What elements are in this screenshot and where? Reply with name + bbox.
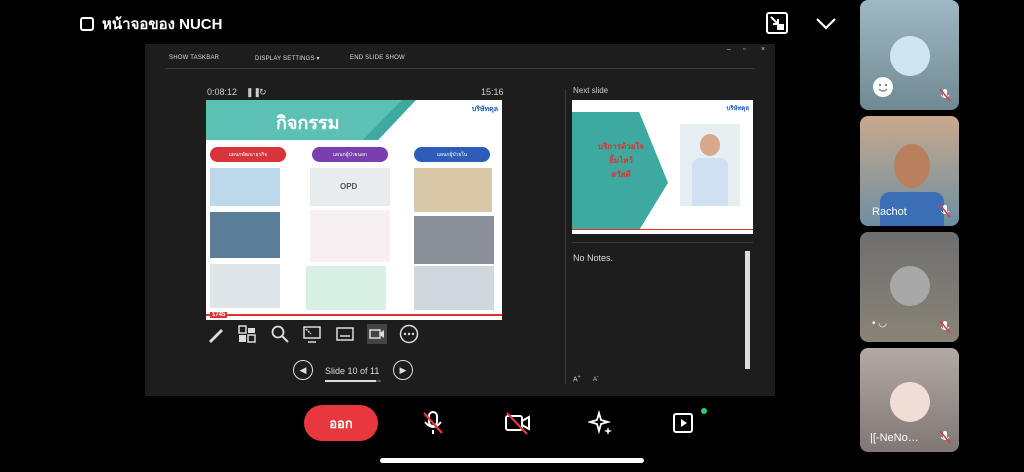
participant-status: • ◡ bbox=[872, 318, 888, 329]
slide-title: กิจกรรม bbox=[276, 113, 340, 134]
mic-muted-icon bbox=[939, 88, 951, 102]
camera-off-icon[interactable] bbox=[504, 410, 532, 436]
previous-slide-button[interactable]: ◀ bbox=[293, 360, 313, 380]
slide-pill-3: แผนกผู้ป่วยใน bbox=[414, 147, 490, 162]
participant-name: |[-NeNo… bbox=[870, 432, 919, 444]
speaker-notes: No Notes. bbox=[573, 253, 614, 263]
next-slide-line-2: ยิ้มไหว้ bbox=[609, 156, 633, 165]
slide-footer-tag: 1745 bbox=[210, 312, 228, 318]
slide-photo bbox=[210, 168, 280, 206]
mic-muted-icon bbox=[939, 320, 951, 334]
clock: 15:16 bbox=[481, 87, 504, 97]
mic-off-icon[interactable] bbox=[421, 410, 445, 436]
active-indicator-dot bbox=[701, 408, 707, 414]
slide-pill-2: แผนกผู้ป่วยนอก bbox=[312, 147, 388, 162]
chevron-down-icon[interactable] bbox=[815, 12, 837, 34]
participant-tile[interactable] bbox=[860, 0, 959, 110]
emoji-reaction-icon[interactable] bbox=[872, 76, 894, 98]
home-indicator[interactable] bbox=[380, 458, 644, 463]
more-options-icon[interactable] bbox=[399, 324, 419, 344]
next-slide-label: Next slide bbox=[573, 86, 609, 95]
share-screen-icon[interactable] bbox=[671, 410, 697, 436]
next-slide-preview[interactable]: บริการด้วยใจ ยิ้มไหว้ สวัสดี บริษัทดุล bbox=[572, 100, 753, 234]
slide-photo: OPD bbox=[310, 168, 390, 206]
participant-tile[interactable]: Rachot bbox=[860, 116, 959, 226]
avatar bbox=[890, 382, 930, 422]
slide-photo bbox=[210, 212, 280, 258]
reset-timer-icon[interactable]: ↻ bbox=[259, 87, 267, 98]
show-taskbar-button[interactable]: SHOW TASKBAR bbox=[169, 55, 219, 61]
participant-tile[interactable]: • ◡ bbox=[860, 232, 959, 342]
window-close-icon[interactable]: × bbox=[761, 46, 765, 53]
slide-photo bbox=[414, 168, 492, 212]
next-slide-line-1: บริการด้วยใจ bbox=[598, 142, 644, 151]
pen-icon[interactable] bbox=[206, 324, 226, 344]
window-minimize-icon[interactable]: – bbox=[727, 46, 731, 53]
slide-footer-line bbox=[206, 314, 502, 316]
camera-toggle-icon[interactable] bbox=[367, 324, 387, 344]
next-slide-nurse-photo bbox=[680, 124, 740, 206]
slide-photo bbox=[414, 266, 494, 310]
effects-sparkle-icon[interactable] bbox=[588, 410, 614, 436]
mic-muted-icon bbox=[939, 204, 951, 218]
screen-share-icon bbox=[80, 17, 94, 31]
slide-photo bbox=[310, 210, 390, 262]
minimize-screen-icon[interactable] bbox=[766, 12, 788, 34]
slide-photo bbox=[210, 264, 280, 308]
next-slide-line-3: สวัสดี bbox=[611, 170, 631, 179]
avatar bbox=[890, 266, 930, 306]
slide-photo bbox=[306, 266, 386, 310]
current-slide: กิจกรรม บริษัทดุล แผนกพัฒนาธุรกิจ แผนกผู… bbox=[206, 100, 502, 320]
end-slide-show-button[interactable]: END SLIDE SHOW bbox=[350, 55, 405, 61]
subtitles-icon[interactable] bbox=[335, 324, 355, 344]
slide-counter: Slide 10 of 11 bbox=[325, 366, 380, 376]
notes-divider bbox=[572, 242, 753, 243]
pane-divider bbox=[565, 89, 566, 384]
shared-screen: SHOW TASKBAR DISPLAY SETTINGS ▾ END SLID… bbox=[145, 44, 775, 396]
zoom-icon[interactable] bbox=[270, 324, 290, 344]
slide-photo bbox=[414, 216, 494, 264]
participant-tile[interactable]: |[-NeNo… bbox=[860, 348, 959, 452]
pointer-screen-icon[interactable] bbox=[302, 324, 322, 344]
toolbar-divider bbox=[165, 68, 755, 69]
elapsed-timer: 0:08:12 bbox=[207, 87, 238, 97]
participant-video bbox=[894, 144, 930, 188]
decrease-font-button[interactable]: A- bbox=[593, 374, 599, 383]
window-restore-icon[interactable]: ▫ bbox=[743, 46, 745, 53]
slide-pill-1: แผนกพัฒนาธุรกิจ bbox=[210, 147, 286, 162]
next-slide-button[interactable]: ▶ bbox=[393, 360, 413, 380]
slide-logo: บริษัทดุล bbox=[471, 106, 498, 113]
notes-scrollbar[interactable] bbox=[745, 251, 750, 369]
screen-share-title: หน้าจอของ NUCH bbox=[80, 12, 222, 36]
mic-muted-icon bbox=[939, 430, 951, 444]
slide-progress-fill bbox=[325, 380, 376, 382]
all-slides-icon[interactable] bbox=[237, 324, 257, 344]
leave-call-button[interactable]: ออก bbox=[304, 405, 378, 441]
presenter-toolbar: SHOW TASKBAR DISPLAY SETTINGS ▾ END SLID… bbox=[145, 44, 775, 74]
display-settings-button[interactable]: DISPLAY SETTINGS ▾ bbox=[255, 55, 320, 62]
next-slide-text: บริการด้วยใจ ยิ้มไหว้ สวัสดี bbox=[586, 140, 656, 182]
next-slide-footer-line bbox=[572, 229, 753, 230]
increase-font-button[interactable]: A+ bbox=[573, 374, 581, 383]
participant-name: Rachot bbox=[872, 206, 907, 218]
next-slide-logo: บริษัทดุล bbox=[726, 106, 749, 112]
avatar bbox=[890, 36, 930, 76]
presenter-name: หน้าจอของ NUCH bbox=[102, 16, 223, 33]
opd-label: OPD bbox=[340, 182, 358, 191]
